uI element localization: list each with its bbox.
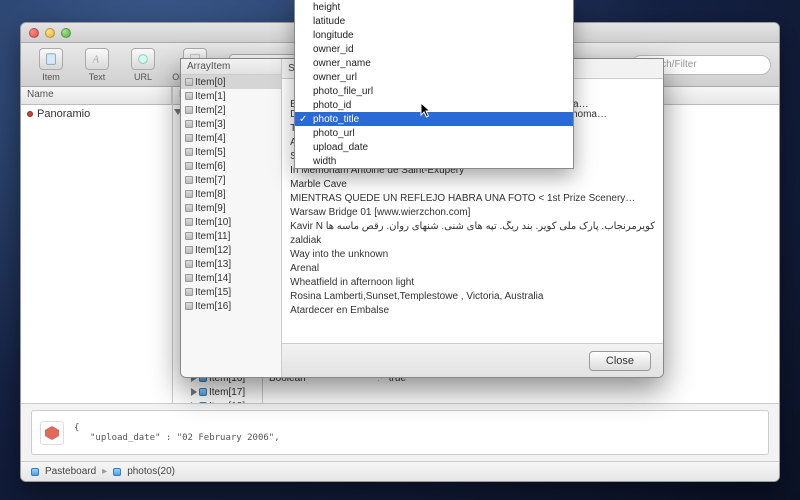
list-item[interactable]: Item[15]	[181, 285, 281, 299]
object-icon	[113, 468, 121, 476]
list-item[interactable]: Item[8]	[181, 187, 281, 201]
value-row[interactable]: Kavir N کویرمرنجاب. پارک ملی کویر. بند ر…	[282, 221, 663, 235]
dialog-item-list-header: ArrayItem	[181, 59, 281, 75]
tree-item[interactable]: Item[17]	[173, 385, 262, 399]
leaf-icon	[185, 302, 193, 310]
leaf-icon	[185, 274, 193, 282]
list-item[interactable]: Item[6]	[181, 159, 281, 173]
leaf-icon	[185, 134, 193, 142]
dropdown-option[interactable]: ✓photo_title	[295, 112, 573, 126]
zoom-icon[interactable]	[61, 28, 71, 38]
value-row[interactable]: Way into the unknown	[282, 249, 663, 263]
dropdown-option[interactable]: photo_url	[295, 126, 573, 140]
value-row[interactable]: Rosina Lamberti,Sunset,Templestowe , Vic…	[282, 291, 663, 305]
leaf-icon	[185, 106, 193, 114]
item-icon	[27, 111, 33, 117]
list-item[interactable]: Item[13]	[181, 257, 281, 271]
key-dropdown[interactable]: heightlatitudelongitudeowner_idowner_nam…	[294, 0, 574, 169]
leaf-icon	[185, 246, 193, 254]
toolbar-item-document[interactable]: Item	[29, 45, 73, 85]
close-button[interactable]: Close	[589, 351, 651, 371]
traffic-lights	[29, 28, 71, 38]
minimize-icon[interactable]	[45, 28, 55, 38]
object-icon	[31, 468, 39, 476]
leaf-icon	[185, 92, 193, 100]
json-preview: { "upload_date" : "02 February 2006",	[31, 410, 769, 455]
leaf-icon	[185, 288, 193, 296]
leaf-icon	[185, 204, 193, 212]
value-row[interactable]: Arenal	[282, 263, 663, 277]
list-item[interactable]: Item[10]	[181, 215, 281, 229]
breadcrumb[interactable]: Pasteboard ▸ photos(20)	[21, 461, 779, 481]
leaf-icon	[185, 78, 193, 86]
dialog-item-list-body[interactable]: Item[0]Item[1]Item[2]Item[3]Item[4]Item[…	[181, 75, 281, 377]
list-item[interactable]: Item[9]	[181, 201, 281, 215]
text-icon: A	[85, 48, 109, 70]
dropdown-option[interactable]: photo_file_url	[295, 84, 573, 98]
list-item[interactable]: Item[11]	[181, 229, 281, 243]
value-row[interactable]: MIENTRAS QUEDE UN REFLEJO HABRA UNA FOTO…	[282, 193, 663, 207]
dropdown-option[interactable]: height	[295, 0, 573, 14]
list-item[interactable]: Item[14]	[181, 271, 281, 285]
dropdown-option[interactable]: photo_id	[295, 98, 573, 112]
dropdown-option[interactable]: latitude	[295, 14, 573, 28]
list-item[interactable]: Item[7]	[181, 173, 281, 187]
list-item[interactable]: Item[3]	[181, 117, 281, 131]
globe-icon	[131, 48, 155, 70]
dropdown-option[interactable]: owner_name	[295, 56, 573, 70]
close-icon[interactable]	[29, 28, 39, 38]
list-item[interactable]: Item[4]	[181, 131, 281, 145]
dropdown-option[interactable]: owner_url	[295, 70, 573, 84]
value-row[interactable]: Wheatfield in afternoon light	[282, 277, 663, 291]
value-row[interactable]: Warsaw Bridge 01 [www.wierzchon.com]	[282, 207, 663, 221]
dialog-footer: Close	[282, 343, 663, 377]
leaf-icon	[185, 176, 193, 184]
bottom-pane: { "upload_date" : "02 February 2006", Pa…	[21, 403, 779, 481]
name-root-item[interactable]: Panoramio	[21, 107, 172, 121]
leaf-icon	[185, 218, 193, 226]
list-item[interactable]: Item[12]	[181, 243, 281, 257]
leaf-icon	[185, 260, 193, 268]
object-icon	[199, 388, 207, 396]
dropdown-option[interactable]: longitude	[295, 28, 573, 42]
leaf-icon	[185, 232, 193, 240]
value-row[interactable]: Marble Cave	[282, 179, 663, 193]
list-item[interactable]: Item[2]	[181, 103, 281, 117]
leaf-icon	[185, 162, 193, 170]
leaf-icon	[185, 190, 193, 198]
list-item[interactable]: Item[5]	[181, 145, 281, 159]
name-column-header[interactable]: Name	[21, 87, 172, 105]
name-column: Name Panoramio	[21, 87, 173, 403]
dropdown-option[interactable]: owner_id	[295, 42, 573, 56]
json-icon	[40, 421, 64, 445]
toolbar-item-url[interactable]: URL	[121, 45, 165, 85]
dropdown-option[interactable]: upload_date	[295, 140, 573, 154]
leaf-icon	[185, 148, 193, 156]
toolbar-item-text[interactable]: A Text	[75, 45, 119, 85]
list-item[interactable]: Item[0]	[181, 75, 281, 89]
list-item[interactable]: Item[16]	[181, 299, 281, 313]
dropdown-option[interactable]: width	[295, 154, 573, 168]
value-row[interactable]: zaldiak	[282, 235, 663, 249]
svg-text:A: A	[92, 54, 100, 65]
cursor-icon	[420, 102, 434, 120]
value-row[interactable]: Atardecer en Embalse	[282, 305, 663, 319]
disclosure-icon[interactable]	[191, 388, 197, 396]
dialog-item-list: ArrayItem Item[0]Item[1]Item[2]Item[3]It…	[181, 59, 282, 377]
document-icon	[39, 48, 63, 70]
list-item[interactable]: Item[1]	[181, 89, 281, 103]
leaf-icon	[185, 120, 193, 128]
